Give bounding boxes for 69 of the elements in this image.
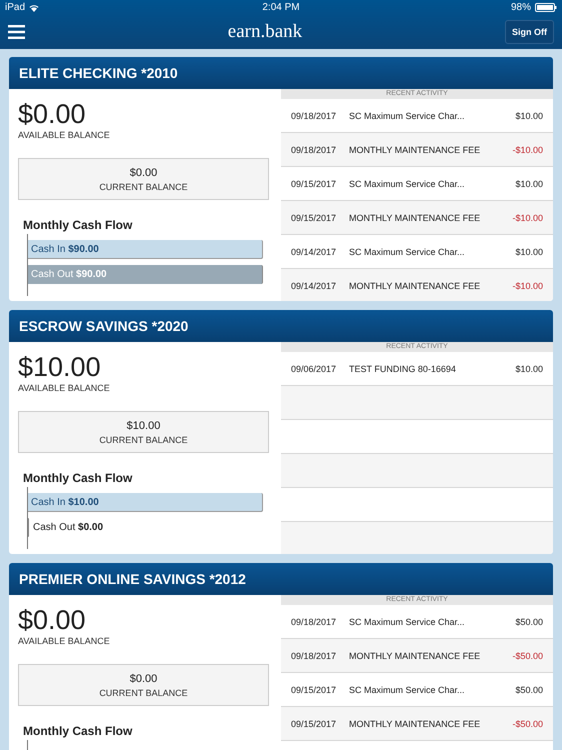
transaction-amount: -$10.00 [512,144,543,154]
transaction-description: SC Maximum Service Char... [349,178,466,188]
transaction-date: 09/18/2017 [291,616,338,626]
transaction-date: 09/18/2017 [291,650,338,660]
account-title[interactable]: PREMIER ONLINE SAVINGS *2012 [9,563,553,595]
transaction-amount: $10.00 [515,246,543,256]
available-balance-label: AVAILABLE BALANCE [18,636,111,646]
transaction-description: SC Maximum Service Char... [349,616,466,626]
current-balance: $0.00 [130,166,158,178]
available-balance-label: AVAILABLE BALANCE [18,383,111,393]
transaction-description: SC Maximum Service Char... [349,246,466,256]
transaction-date: 09/14/2017 [291,246,338,256]
device-name: iPad [5,2,26,13]
transaction-row[interactable]: 09/14/2017 SC Maximum Service Char... $10.00 [281,235,553,269]
transaction-date: 09/15/2017 [291,684,338,694]
transaction-row[interactable]: 09/15/2017 SC Maximum Service Char... $50.00 [281,673,553,707]
transaction-amount: $50.00 [515,684,543,694]
current-balance: $0.00 [130,672,158,684]
available-balance: $0.00 [18,99,87,129]
transaction-amount: $50.00 [515,616,543,626]
cash-flow-label: Cash In $90.00 [31,244,99,255]
cash-flow-label: Cash Out $90.00 [31,269,107,280]
transaction-amount: -$50.00 [512,718,543,728]
available-balance-label: AVAILABLE BALANCE [18,130,111,140]
transaction-date: 09/15/2017 [291,718,338,728]
transaction-row[interactable]: 09/15/2017 SC Maximum Service Char... $10.00 [281,167,553,201]
current-balance-label: CURRENT BALANCE [99,182,188,192]
transaction-row[interactable]: 09/18/2017 SC Maximum Service Char... $10.00 [281,99,553,133]
transaction-description: TEST FUNDING 80-16694 [349,364,457,374]
menu-icon[interactable] [8,25,25,39]
account-title[interactable]: ESCROW SAVINGS *2020 [9,310,553,342]
transaction-description: MONTHLY MAINTENANCE FEE [349,718,482,728]
transaction-date: 09/06/2017 [291,364,338,374]
transaction-amount: $10.00 [515,364,543,374]
transaction-date: 09/14/2017 [291,280,338,290]
account-title[interactable]: ELITE CHECKING *2010 [9,57,553,89]
transaction-amount: -$10.00 [512,212,543,222]
transaction-description: SC Maximum Service Char... [349,110,466,120]
transaction-date: 09/18/2017 [291,144,338,154]
current-balance-label: CURRENT BALANCE [99,434,188,444]
cash-flow-title: Monthly Cash Flow [23,724,134,738]
transaction-description: MONTHLY MAINTENANCE FEE [349,280,482,290]
battery-icon [535,3,557,12]
sign-off-button[interactable]: Sign Off [504,20,554,44]
transaction-amount: -$50.00 [512,650,543,660]
app-logo: earn.bank [228,21,302,43]
cash-flow-title: Monthly Cash Flow [23,471,134,485]
current-balance: $10.00 [126,420,160,432]
transaction-amount: $10.00 [515,178,543,188]
transaction-row[interactable]: 09/18/2017 SC Maximum Service Char... $50.00 [281,605,553,639]
transaction-date: 09/18/2017 [291,110,338,120]
cash-flow-label: Cash In $10.00 [31,497,99,508]
available-balance: $10.00 [18,352,102,382]
cash-flow-title: Monthly Cash Flow [23,218,134,232]
transaction-description: SC Maximum Service Char... [349,684,466,694]
transaction-description: MONTHLY MAINTENANCE FEE [349,212,482,222]
transaction-amount: -$10.00 [512,280,543,290]
transaction-date: 09/15/2017 [291,178,338,188]
transaction-row[interactable]: 09/06/2017 TEST FUNDING 80-16694 $10.00 [281,352,553,386]
cash-flow-label: Cash Out $0.00 [33,522,104,533]
transaction-description: MONTHLY MAINTENANCE FEE [349,144,482,154]
transaction-description: MONTHLY MAINTENANCE FEE [349,650,482,660]
transaction-date: 09/15/2017 [291,212,338,222]
battery-percent: 98% [510,2,531,13]
available-balance: $0.00 [18,605,87,635]
wifi-icon [29,4,40,12]
transaction-amount: $10.00 [515,110,543,120]
current-balance-label: CURRENT BALANCE [99,688,188,698]
clock-time: 2:04 PM [262,2,300,13]
